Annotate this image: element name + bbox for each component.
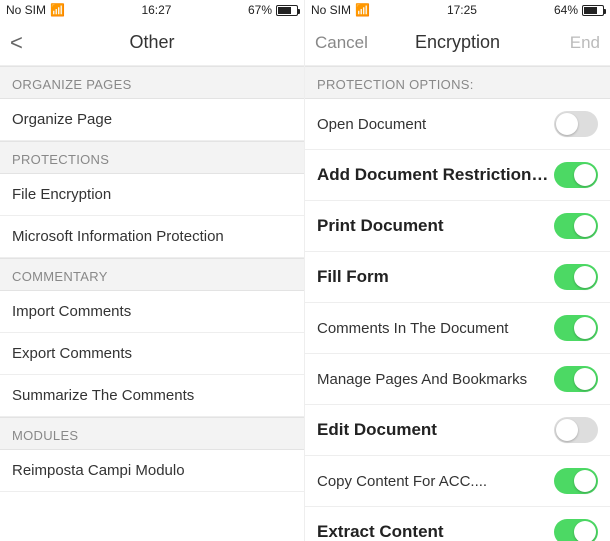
comments-doc-row: Comments In The Document [305,303,610,354]
option-label: Fill Form [317,267,554,287]
toggle-knob [556,419,578,441]
toggle-knob [574,266,596,288]
row-label: Export Comments [12,345,292,362]
toggle-knob [574,317,596,339]
toggle-knob [574,368,596,390]
ms-info-protection[interactable]: Microsoft Information Protection [0,216,304,258]
protection-options-header: PROTECTION OPTIONS: [305,66,610,99]
import-comments[interactable]: Import Comments [0,291,304,333]
option-label: Add Document Restrictions.... [317,165,554,185]
section-header: COMMENTARY [0,258,304,291]
print-document-toggle[interactable] [554,213,598,239]
comments-doc-toggle[interactable] [554,315,598,341]
carrier-label: No SIM [6,3,46,17]
section-header: MODULES [0,417,304,450]
file-encryption[interactable]: File Encryption [0,174,304,216]
end-button[interactable]: End [540,33,600,53]
extract-content-row: Extract Content [305,507,610,541]
copy-content-acc-toggle[interactable] [554,468,598,494]
battery-icon [276,5,298,16]
row-label: Organize Page [12,111,292,128]
toggle-knob [574,470,596,492]
back-button[interactable]: < [10,30,70,56]
left-pane: No SIM 📶 16:27 67% < Other ORGANIZE PAGE… [0,0,305,541]
extract-content-toggle[interactable] [554,519,598,541]
clock-right: 17:25 [370,3,554,17]
row-label: File Encryption [12,186,292,203]
option-label: Manage Pages And Bookmarks [317,371,554,388]
battery-icon [582,5,604,16]
right-pane: No SIM 📶 17:25 64% Cancel Encryption End… [305,0,610,541]
option-label: Comments In The Document [317,320,554,337]
section-header: PROTECTIONS [0,141,304,174]
navbar-right: Cancel Encryption End [305,20,610,66]
open-document-row: Open Document [305,99,610,150]
edit-document-row: Edit Document [305,405,610,456]
fill-form-row: Fill Form [305,252,610,303]
row-label: Microsoft Information Protection [12,228,292,245]
option-label: Open Document [317,116,554,133]
toggle-knob [574,164,596,186]
carrier-label: No SIM [311,3,351,17]
row-label: Reimposta Campi Modulo [12,462,292,479]
export-comments[interactable]: Export Comments [0,333,304,375]
settings-list: ORGANIZE PAGES Organize Page PROTECTIONS Fi… [0,66,304,492]
toggle-knob [574,215,596,237]
fill-form-toggle[interactable] [554,264,598,290]
status-bar-right: No SIM 📶 17:25 64% [305,0,610,20]
status-bar-left: No SIM 📶 16:27 67% [0,0,304,20]
manage-pages-toggle[interactable] [554,366,598,392]
copy-content-acc-row: Copy Content For ACC.... [305,456,610,507]
add-restrictions-row: Add Document Restrictions.... [305,150,610,201]
option-label: Edit Document [317,420,554,440]
battery-pct-right: 64% [554,3,578,17]
section-header: ORGANIZE PAGES [0,66,304,99]
option-label: Copy Content For ACC.... [317,473,554,490]
summarize-comments[interactable]: Summarize The Comments [0,375,304,417]
battery-pct-left: 67% [248,3,272,17]
add-restrictions-toggle[interactable] [554,162,598,188]
open-document-toggle[interactable] [554,111,598,137]
organize-page[interactable]: Organize Page [0,99,304,141]
clock-left: 16:27 [65,3,248,17]
print-document-row: Print Document [305,201,610,252]
reset-module-fields[interactable]: Reimposta Campi Modulo [0,450,304,492]
cancel-button[interactable]: Cancel [315,33,368,53]
row-label: Summarize The Comments [12,387,292,404]
row-label: Import Comments [12,303,292,320]
wifi-icon: 📶 [355,3,370,17]
navbar-left: < Other [0,20,304,66]
wifi-icon: 📶 [50,3,65,17]
toggle-knob [556,113,578,135]
manage-pages-row: Manage Pages And Bookmarks [305,354,610,405]
toggle-knob [574,521,596,541]
option-label: Print Document [317,216,554,236]
option-label: Extract Content [317,522,554,541]
protection-options-list: Open Document Add Document Restrictions..… [305,99,610,541]
edit-document-toggle[interactable] [554,417,598,443]
